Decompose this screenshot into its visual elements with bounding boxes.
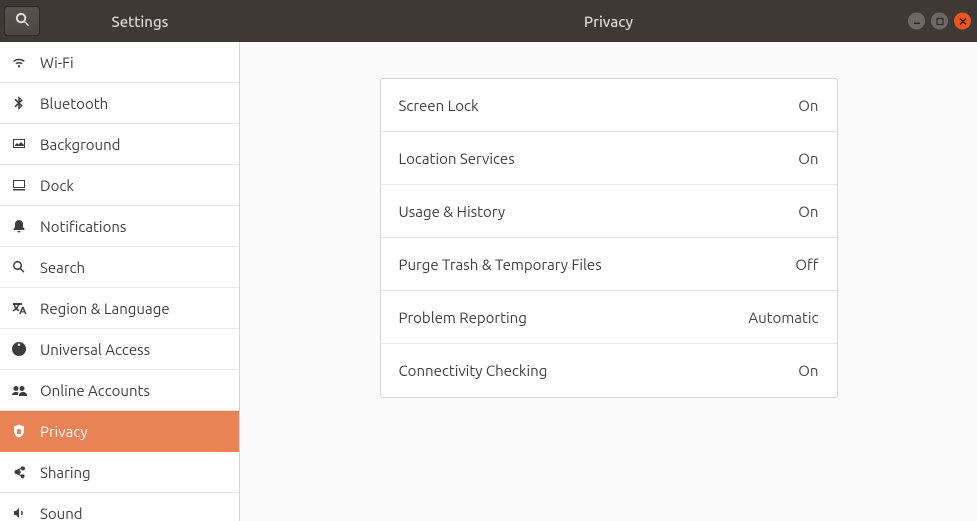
sidebar-item-label: Search [40, 259, 85, 276]
universal-access-icon [10, 340, 28, 358]
settings-window: Settings Privacy Wi-Fi [0, 0, 977, 521]
sidebar-item-label: Online Accounts [40, 382, 150, 399]
sidebar-item-universal-access[interactable]: Universal Access [0, 329, 239, 370]
row-value: On [798, 203, 818, 220]
row-value: Automatic [748, 309, 818, 326]
search-icon [10, 258, 28, 276]
row-label: Problem Reporting [399, 309, 527, 326]
dock-icon [10, 176, 28, 194]
row-label: Connectivity Checking [399, 362, 548, 379]
region-language-icon [10, 299, 28, 317]
row-connectivity-checking[interactable]: Connectivity Checking On [381, 344, 837, 397]
search-icon [15, 12, 30, 30]
sidebar-item-background[interactable]: Background [0, 124, 239, 165]
sidebar-item-label: Privacy [40, 423, 88, 440]
sidebar-item-sharing[interactable]: Sharing [0, 452, 239, 493]
sidebar-item-search[interactable]: Search [0, 247, 239, 288]
row-location-services[interactable]: Location Services On [381, 132, 837, 185]
page-title: Privacy [240, 0, 977, 42]
sidebar-item-region-language[interactable]: Region & Language [0, 288, 239, 329]
sidebar-item-bluetooth[interactable]: Bluetooth [0, 83, 239, 124]
background-icon [10, 135, 28, 153]
row-label: Screen Lock [399, 97, 479, 114]
body-row: Wi-Fi Bluetooth Background Dock [0, 42, 977, 521]
share-icon [10, 463, 28, 481]
sidebar-item-dock[interactable]: Dock [0, 165, 239, 206]
close-button[interactable] [954, 13, 971, 30]
row-value: Off [795, 256, 818, 273]
row-value: On [798, 362, 818, 379]
sidebar-item-label: Region & Language [40, 300, 170, 317]
sidebar-item-label: Background [40, 136, 120, 153]
row-value: On [798, 150, 818, 167]
sidebar-item-label: Universal Access [40, 341, 150, 358]
online-accounts-icon [10, 381, 28, 399]
wifi-icon [10, 53, 28, 71]
sidebar-item-privacy[interactable]: Privacy [0, 411, 239, 452]
maximize-button[interactable] [931, 13, 948, 30]
sidebar-item-label: Bluetooth [40, 95, 108, 112]
row-usage-history[interactable]: Usage & History On [381, 185, 837, 238]
sidebar-item-label: Notifications [40, 218, 126, 235]
sidebar-item-label: Wi-Fi [40, 54, 74, 71]
minimize-button[interactable] [908, 13, 925, 30]
privacy-list: Screen Lock On Location Services On Usag… [380, 78, 838, 398]
search-button[interactable] [4, 6, 40, 36]
sidebar-item-label: Sharing [40, 464, 91, 481]
bell-icon [10, 217, 28, 235]
titlebar-left: Settings [0, 0, 240, 42]
privacy-icon [10, 422, 28, 440]
sidebar-item-label: Sound [40, 505, 83, 521]
row-value: On [798, 97, 818, 114]
content-area: Screen Lock On Location Services On Usag… [240, 42, 977, 521]
sidebar-item-notifications[interactable]: Notifications [0, 206, 239, 247]
row-purge-trash[interactable]: Purge Trash & Temporary Files Off [381, 238, 837, 291]
bluetooth-icon [10, 94, 28, 112]
row-label: Usage & History [399, 203, 506, 220]
sidebar-item-sound[interactable]: Sound [0, 493, 239, 521]
sidebar-item-online-accounts[interactable]: Online Accounts [0, 370, 239, 411]
window-controls [908, 13, 971, 30]
row-label: Purge Trash & Temporary Files [399, 256, 602, 273]
sound-icon [10, 504, 28, 521]
sidebar[interactable]: Wi-Fi Bluetooth Background Dock [0, 42, 240, 521]
row-screen-lock[interactable]: Screen Lock On [381, 79, 837, 132]
titlebar: Settings Privacy [0, 0, 977, 42]
sidebar-title: Settings [40, 13, 240, 30]
sidebar-item-wifi[interactable]: Wi-Fi [0, 42, 239, 83]
sidebar-item-label: Dock [40, 177, 74, 194]
row-label: Location Services [399, 150, 515, 167]
row-problem-reporting[interactable]: Problem Reporting Automatic [381, 291, 837, 344]
